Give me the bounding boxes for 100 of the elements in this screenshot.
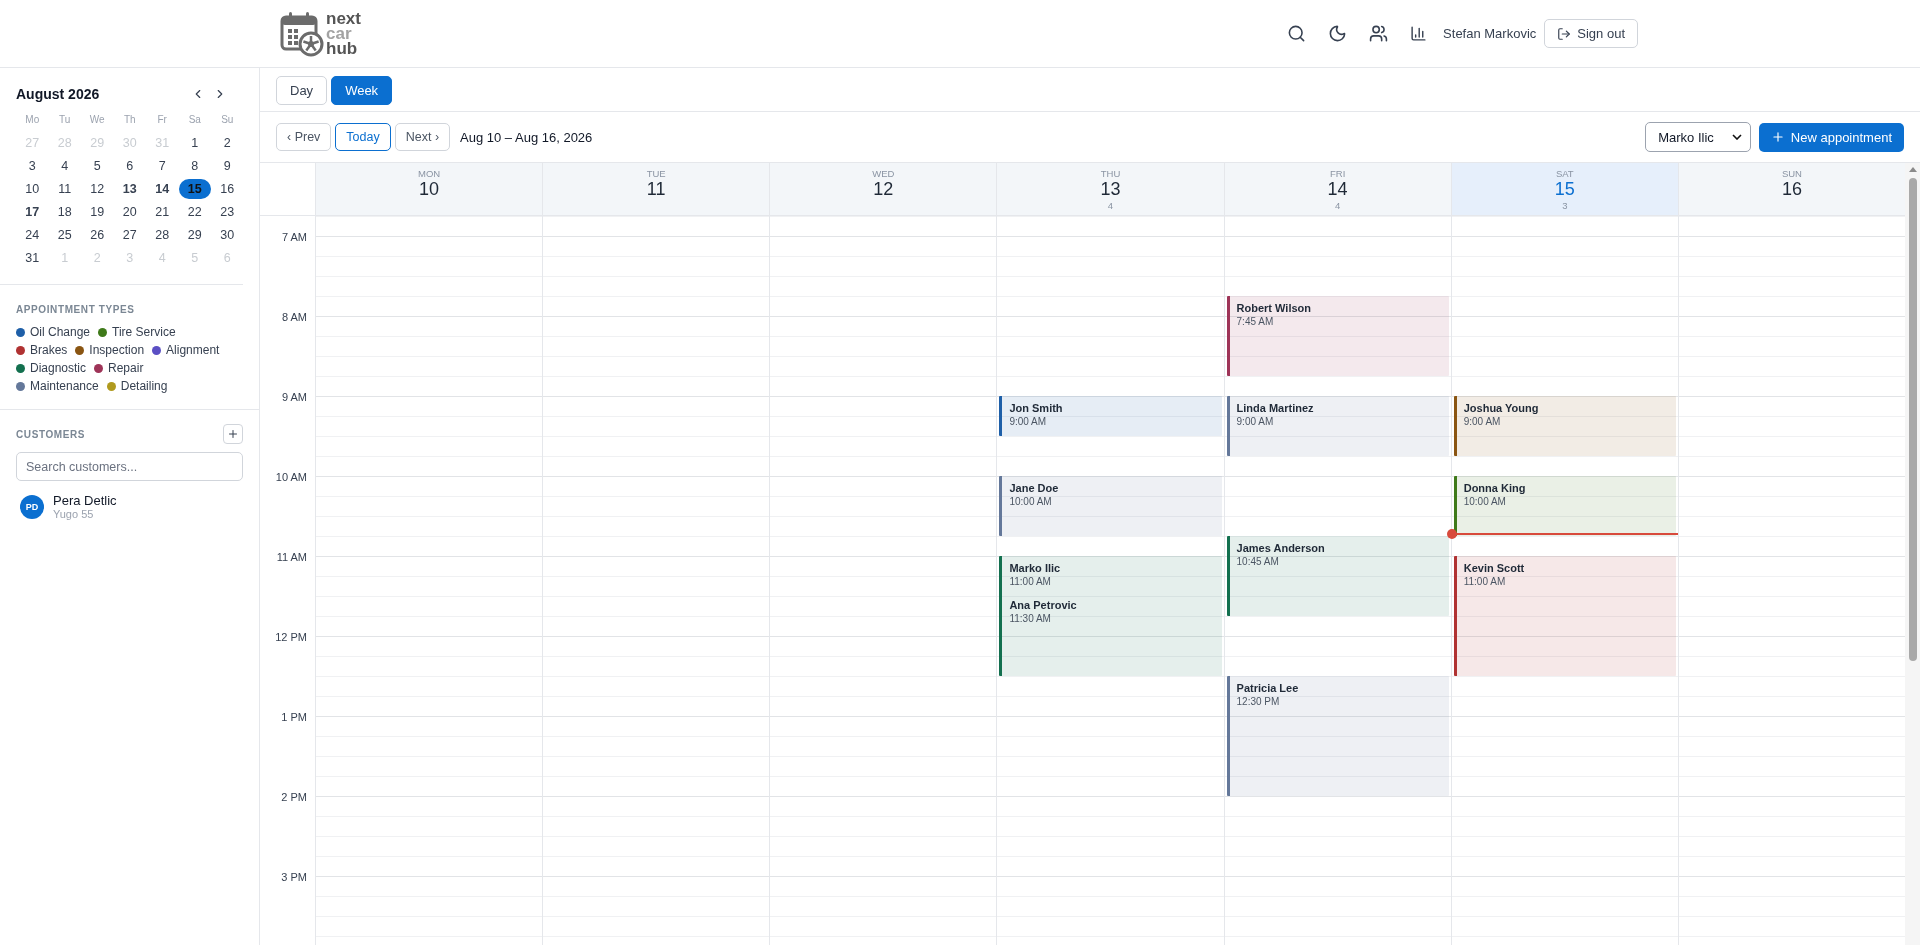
sign-out-button[interactable]: Sign out: [1544, 19, 1638, 48]
customer-name: Kevin Scott: [1463, 562, 1526, 574]
calendar-day[interactable]: 15: [178, 179, 211, 199]
calendar-day[interactable]: 17: [16, 202, 49, 222]
appointment-card[interactable]: James Anderson 10:45 AM: [1226, 536, 1449, 616]
mechanic-select[interactable]: Marko Ilic: [1645, 122, 1751, 152]
appointment-card[interactable]: Donna King 10:00 AM: [1453, 476, 1676, 536]
user-name: Stefan Markovic: [1443, 26, 1537, 41]
customer-name: James Anderson: [1236, 542, 1326, 554]
date-range: Aug 10 – Aug 16, 2026: [460, 129, 593, 145]
calendar-day[interactable]: 21: [146, 202, 179, 222]
section-title: CUSTOMERS: [16, 428, 86, 440]
weekday-label: We: [88, 114, 106, 127]
add-customer-button[interactable]: [223, 424, 243, 444]
view-tab[interactable]: Day: [276, 76, 328, 105]
plus-icon: [227, 428, 239, 440]
search-field[interactable]: Search customers...: [16, 452, 243, 481]
appointment-card[interactable]: Robert Wilson 7:45 AM: [1226, 296, 1449, 376]
calendar-day[interactable]: 25: [48, 225, 81, 245]
prev-button[interactable]: ‹ Prev: [276, 123, 332, 151]
day-header[interactable]: SAT 15 3: [1450, 163, 1678, 215]
calendar-day[interactable]: 16: [211, 179, 244, 199]
type-label: Repair: [108, 361, 144, 375]
calendar-day[interactable]: 24: [16, 225, 49, 245]
calendar-day[interactable]: 27: [113, 225, 146, 245]
type-label: Brakes: [30, 343, 68, 357]
logo-text: car: [326, 26, 352, 41]
calendar-day[interactable]: 26: [81, 225, 114, 245]
day-header[interactable]: SUN 16: [1677, 163, 1905, 215]
weekday-label: Th: [122, 114, 137, 127]
users-icon[interactable]: [1369, 24, 1389, 43]
calendar-day[interactable]: 19: [81, 202, 114, 222]
calendar-day[interactable]: 7: [146, 156, 179, 176]
day-column[interactable]: Jon Smith 9:00 AM Jane Doe 10:00 AM Marko Ilic 11:00 AM Ana Petrovic 11:30 AM: [996, 216, 1224, 945]
hour-label: 9 AM: [280, 391, 308, 405]
calendar-day[interactable]: 13: [113, 179, 146, 199]
calendar-day[interactable]: 22: [178, 202, 211, 222]
appointment-time: 11:00 AM: [1009, 576, 1052, 587]
type-label: Inspection: [89, 343, 145, 357]
customer-name: Jane Doe: [1009, 482, 1060, 494]
calendar-day[interactable]: 1: [178, 133, 211, 153]
customer-name[interactable]: Pera Detlic: [53, 493, 117, 508]
calendar-day[interactable]: 20: [113, 202, 146, 222]
appointment-card[interactable]: Marko Ilic 11:00 AM Ana Petrovic 11:30 AM: [999, 556, 1222, 676]
calendar-day[interactable]: 9: [211, 156, 244, 176]
view-tab[interactable]: Week: [331, 76, 393, 105]
hour-label: 12 PM: [274, 631, 308, 645]
calendar-day[interactable]: 11: [48, 179, 81, 199]
appointment-time: 9:00 AM: [1236, 416, 1275, 427]
appointment-time: 7:45 AM: [1236, 316, 1275, 327]
appointment-card[interactable]: Patricia Lee 12:30 PM: [1226, 676, 1449, 796]
calendar-day[interactable]: 23: [211, 202, 244, 222]
moon-icon[interactable]: [1328, 24, 1348, 43]
type-label: Oil Change: [30, 325, 91, 339]
day-header[interactable]: TUE 11: [542, 163, 770, 215]
type-label: Alignment: [166, 343, 220, 357]
day-header[interactable]: THU 13 4: [996, 163, 1224, 215]
calendar-day[interactable]: 4: [48, 156, 81, 176]
customer-name: Patricia Lee: [1236, 682, 1300, 694]
type-label: Maintenance: [30, 379, 99, 393]
appointment-card[interactable]: Jon Smith 9:00 AM: [999, 396, 1222, 436]
section-title: APPOINTMENT TYPES: [16, 304, 135, 315]
customer-name: Robert Wilson: [1236, 302, 1313, 314]
day-header[interactable]: FRI 14 4: [1223, 163, 1451, 215]
calendar-day[interactable]: 30: [211, 225, 244, 245]
calendar-day[interactable]: 31: [16, 248, 49, 268]
calendar-day[interactable]: 3: [16, 156, 49, 176]
calendar-day[interactable]: 5: [81, 156, 114, 176]
day-column[interactable]: Joshua Young 9:00 AM Donna King 10:00 AM Kevin Scott 11:00 AM: [1450, 216, 1678, 945]
appointment-card[interactable]: Linda Martinez 9:00 AM: [1226, 396, 1449, 456]
customer-name: Marko Ilic: [1009, 562, 1062, 574]
calendar-day[interactable]: 8: [178, 156, 211, 176]
hour-label: 2 PM: [280, 791, 308, 805]
calendar-day[interactable]: 12: [81, 179, 114, 199]
search-icon[interactable]: [1287, 24, 1307, 43]
hour-label: 10 AM: [274, 471, 308, 485]
appointment-card[interactable]: Jane Doe 10:00 AM: [999, 476, 1222, 536]
calendar-day[interactable]: 14: [146, 179, 179, 199]
calendar-day[interactable]: 18: [48, 202, 81, 222]
type-label: Tire Service: [112, 325, 176, 339]
hour-label: 11 AM: [275, 551, 308, 565]
today-button[interactable]: Today: [335, 123, 391, 151]
scrollbar[interactable]: [1905, 163, 1920, 945]
weekday-label: Fr: [156, 114, 168, 127]
appointment-time: 9:00 AM: [1009, 416, 1048, 427]
appointment-card[interactable]: Joshua Young 9:00 AM: [1453, 396, 1676, 456]
day-header[interactable]: MON 10: [315, 163, 543, 215]
next-button[interactable]: Next ›: [394, 123, 451, 151]
weekday-label: Tu: [58, 114, 72, 127]
bar-chart-icon[interactable]: [1410, 25, 1428, 42]
day-header[interactable]: WED 12: [769, 163, 997, 215]
calendar-day[interactable]: 2: [211, 133, 244, 153]
calendar-day[interactable]: 10: [16, 179, 49, 199]
calendar-day[interactable]: 6: [113, 156, 146, 176]
weekday-label: Sa: [187, 114, 202, 127]
appointment-card[interactable]: Kevin Scott 11:00 AM: [1453, 556, 1676, 676]
day-column[interactable]: Robert Wilson 7:45 AM Linda Martinez 9:00 AM James Anderson 10:45 AM Patricia Lee 12:30 PM: [1223, 216, 1451, 945]
new-appointment-button[interactable]: New appointment: [1758, 122, 1904, 152]
calendar-day[interactable]: 28: [146, 225, 179, 245]
calendar-day[interactable]: 29: [178, 225, 211, 245]
